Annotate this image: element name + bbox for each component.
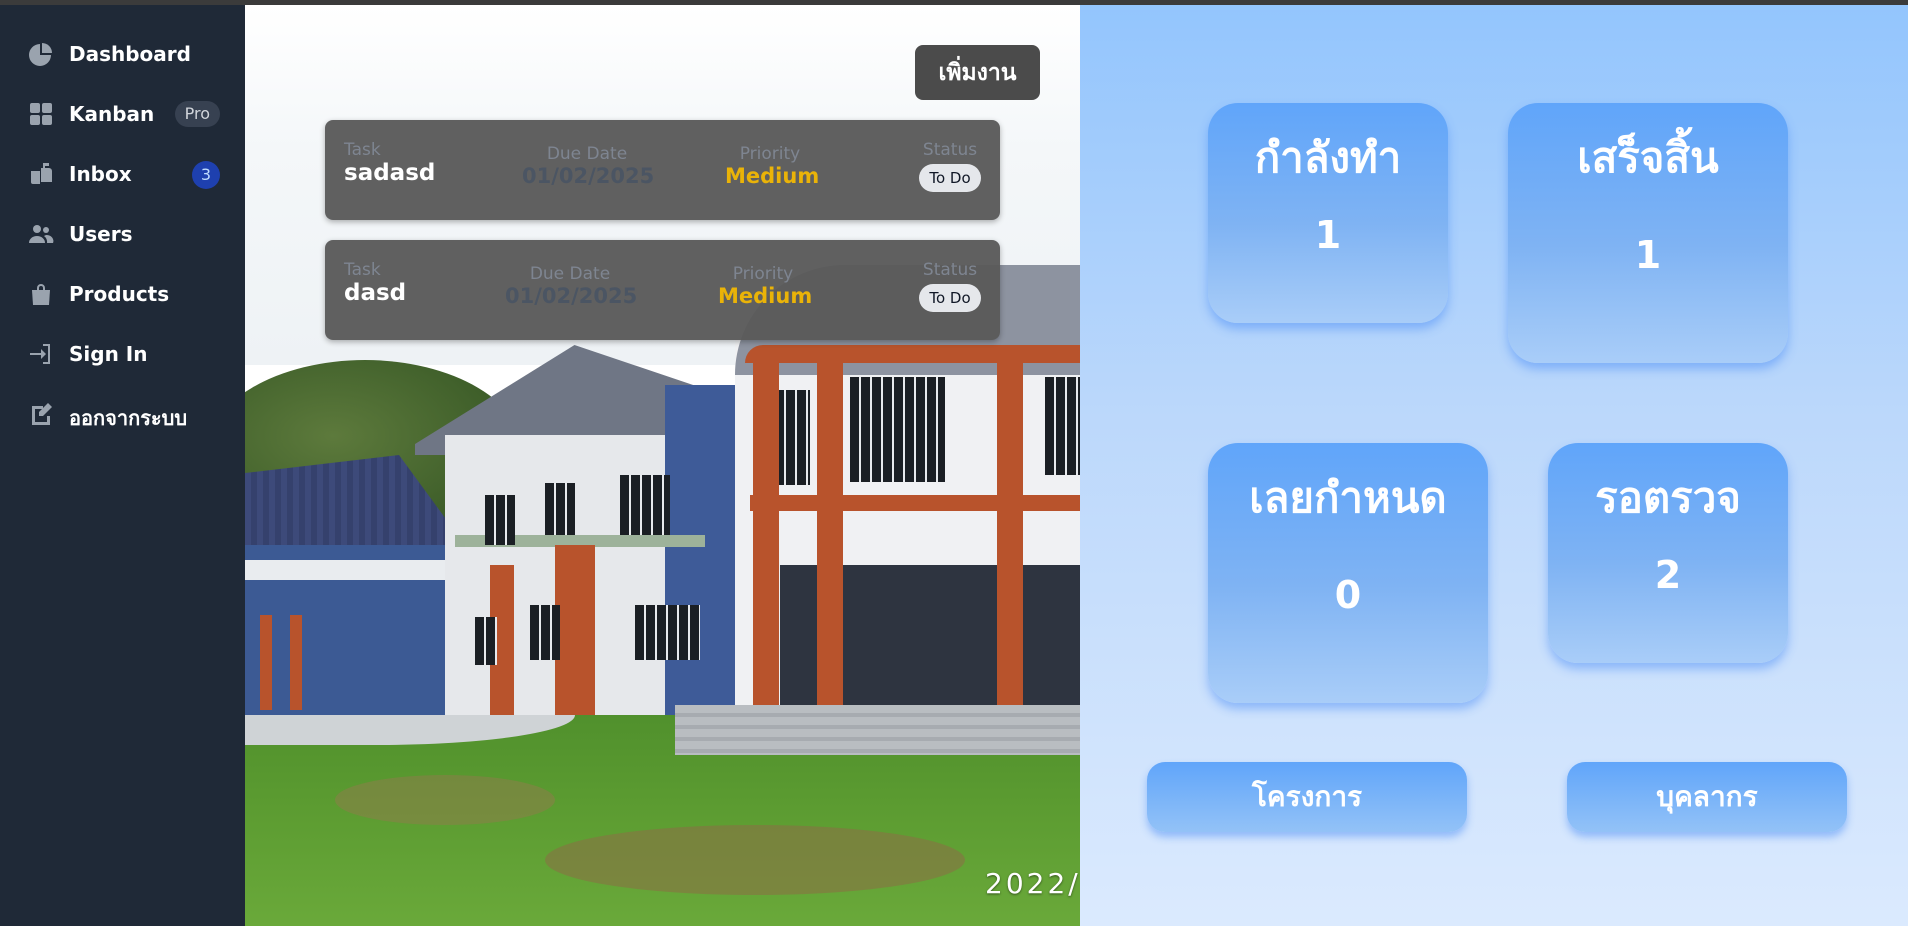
grid-icon (28, 103, 54, 125)
photo-date-watermark: 2022/ (985, 867, 1080, 900)
due-date-column-header: Due Date (546, 144, 628, 164)
personnel-button[interactable]: บุคลากร (1567, 762, 1847, 832)
users-icon (28, 223, 54, 245)
sidebar-item-label: Sign In (69, 342, 148, 366)
shopping-bag-icon (28, 283, 54, 305)
due-date-column-header: Due Date (529, 264, 611, 284)
sidebar-item-inbox[interactable]: Inbox 3 (14, 152, 232, 196)
task-priority: Medium (718, 284, 813, 308)
stat-value: 0 (1334, 573, 1362, 617)
inbox-icon (28, 163, 54, 185)
sidebar-item-label: Products (69, 282, 170, 306)
status-badge[interactable]: To Do (919, 284, 981, 312)
priority-column-header: Priority (732, 264, 794, 284)
task-priority: Medium (725, 164, 820, 188)
sign-out-icon (28, 403, 54, 425)
stat-card-pending-review[interactable]: รอตรวจ 2 (1548, 443, 1788, 663)
pro-badge: Pro (174, 101, 220, 127)
stat-label: เสร็จสิ้น (1577, 133, 1719, 182)
projects-button[interactable]: โครงการ (1147, 762, 1467, 832)
task-card[interactable]: Task dasd Due Date 01/02/2025 Priority M… (325, 240, 1000, 340)
task-name: dasd (344, 280, 407, 306)
sidebar-item-sign-in[interactable]: Sign In (14, 332, 232, 376)
sidebar-item-label: Kanban (69, 102, 155, 126)
sidebar-item-label: Users (69, 222, 133, 246)
sidebar-item-dashboard[interactable]: Dashboard (14, 32, 232, 76)
task-due-date: 01/02/2025 (522, 164, 655, 188)
status-badge[interactable]: To Do (919, 164, 981, 192)
task-column-header: Task (344, 140, 381, 160)
sidebar-item-sign-out[interactable]: ออกจากระบบ (14, 392, 232, 436)
priority-column-header: Priority (739, 144, 801, 164)
stat-card-done[interactable]: เสร็จสิ้น 1 (1508, 103, 1788, 363)
inbox-count-badge: 3 (192, 161, 220, 189)
stat-label: เลยกำหนด (1249, 473, 1447, 522)
pie-chart-icon (28, 43, 54, 66)
stat-label: กำลังทำ (1254, 133, 1402, 182)
sidebar-item-label: Inbox (69, 162, 132, 186)
stat-value: 2 (1654, 553, 1682, 597)
stat-card-overdue[interactable]: เลยกำหนด 0 (1208, 443, 1488, 703)
sidebar: Dashboard Kanban Pro Inbox 3 Users Produ… (0, 5, 245, 926)
sidebar-item-label: Dashboard (69, 42, 191, 66)
sidebar-item-products[interactable]: Products (14, 272, 232, 316)
add-task-button[interactable]: เพิ่มงาน (915, 45, 1040, 100)
stat-value: 1 (1314, 213, 1342, 257)
sign-in-icon (28, 343, 54, 365)
stats-panel: กำลังทำ 1 เสร็จสิ้น 1 เลยกำหนด 0 รอตรวจ … (1080, 5, 1908, 926)
stat-value: 1 (1634, 233, 1662, 277)
stat-label: รอตรวจ (1595, 473, 1741, 522)
sidebar-item-users[interactable]: Users (14, 212, 232, 256)
task-due-date: 01/02/2025 (505, 284, 638, 308)
task-column-header: Task (344, 260, 381, 280)
task-card[interactable]: Task sadasd Due Date 01/02/2025 Priority… (325, 120, 1000, 220)
task-name: sadasd (344, 160, 436, 186)
status-column-header: Status (922, 140, 978, 160)
status-column-header: Status (922, 260, 978, 280)
sidebar-item-label: ออกจากระบบ (69, 406, 188, 430)
sidebar-item-kanban[interactable]: Kanban Pro (14, 92, 232, 136)
stat-card-in-progress[interactable]: กำลังทำ 1 (1208, 103, 1448, 323)
